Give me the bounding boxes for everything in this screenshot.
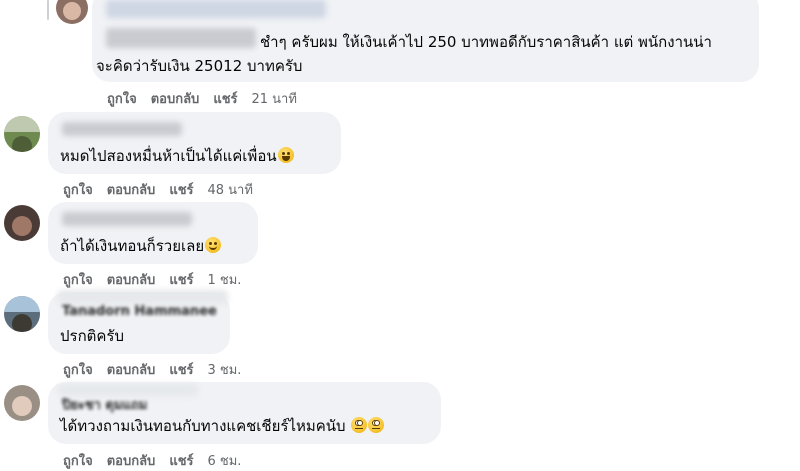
avatar-face	[11, 395, 33, 416]
comment-bubble: ปิยะชา ดุมแถม ได้ทวงถามเงินทอนกับทางแคชเ…	[48, 382, 441, 444]
commenter-name[interactable]: ปิยะชา ดุมแถม	[62, 394, 147, 415]
comment-text: หมดไปสองหมื่นห้าเป็นได้แค่เพื่อน	[60, 144, 294, 168]
like-link[interactable]: ถูกใจ	[63, 359, 93, 380]
avatar-face	[63, 1, 81, 20]
reply-link[interactable]: ตอบกลับ	[107, 359, 156, 380]
blurred-name-overlay	[58, 290, 228, 304]
comment-text: ได้ทวงถามเงินทอนกับทางแคชเชียร์ไหมคนับ	[60, 414, 385, 438]
comment-actions: ถูกใจ ตอบกลับ แชร์ 1 ชม.	[63, 269, 241, 290]
avatar[interactable]	[4, 205, 40, 241]
timestamp[interactable]: 48 นาที	[208, 179, 253, 200]
avatar[interactable]	[4, 296, 40, 332]
avatar-face	[11, 135, 33, 152]
like-link[interactable]: ถูกใจ	[107, 88, 137, 109]
comment-text-content: หมดไปสองหมื่นห้าเป็นได้แค่เพื่อน	[60, 147, 277, 165]
avatar-face	[11, 314, 33, 332]
thread-line	[47, 0, 49, 20]
comment-actions: ถูกใจ ตอบกลับ แชร์ 21 นาที	[107, 88, 297, 109]
avatar[interactable]	[56, 0, 88, 24]
comment-text-line1: ชำๆ ครับผม ให้เงินเค้าไป 250 บาทพอดีกับร…	[260, 33, 712, 51]
timestamp[interactable]: 1 ชม.	[208, 269, 242, 290]
avatar-face	[11, 215, 33, 236]
avatar[interactable]	[4, 385, 40, 421]
comment-bubble: ชำๆ ครับผม ให้เงินเค้าไป 250 บาทพอดีกับร…	[92, 0, 759, 82]
comment-text-line2: จะคิดว่ารับเงิน 25012 บาทครับ	[96, 57, 303, 75]
eye-roll-emoji-icon	[368, 417, 385, 433]
comment-actions: ถูกใจ ตอบกลับ แชร์ 48 นาที	[63, 179, 253, 200]
comment-bubble: ถ้าได้เงินทอนก็รวยเลย	[48, 202, 258, 264]
avatar[interactable]	[4, 116, 40, 152]
comment-bubble: Tanadorn Hammanee ปรกติครับ	[48, 290, 230, 354]
avatar-sky	[4, 116, 40, 133]
avatar-sky	[4, 296, 40, 313]
comment-bubble: หมดไปสองหมื่นห้าเป็นได้แค่เพื่อน	[48, 112, 341, 174]
comment-text-content: ได้ทวงถามเงินทอนกับทางแคชเชียร์ไหมคนับ	[60, 417, 346, 435]
smile-emoji-icon	[205, 237, 222, 253]
blurred-name	[62, 122, 182, 136]
share-link[interactable]: แชร์	[213, 88, 237, 109]
reply-link[interactable]: ตอบกลับ	[151, 88, 200, 109]
like-link[interactable]: ถูกใจ	[63, 179, 93, 200]
blurred-name	[106, 0, 326, 18]
eye-roll-emoji-icon	[351, 417, 368, 433]
share-link[interactable]: แชร์	[169, 179, 193, 200]
commenter-name[interactable]: Tanadorn Hammanee	[62, 304, 217, 319]
blurred-name-ext	[106, 28, 256, 48]
timestamp[interactable]: 3 ชม.	[208, 359, 242, 380]
blurred-name	[62, 212, 192, 226]
share-link[interactable]: แชร์	[169, 269, 193, 290]
share-link[interactable]: แชร์	[169, 359, 193, 380]
comment-text: ปรกติครับ	[60, 327, 125, 345]
comment-text-content: ถ้าได้เงินทอนก็รวยเลย	[60, 237, 205, 255]
like-link[interactable]: ถูกใจ	[63, 269, 93, 290]
comment-actions: ถูกใจ ตอบกลับ แชร์ 3 ชม.	[63, 359, 241, 380]
timestamp[interactable]: 21 นาที	[252, 88, 297, 109]
laughing-emoji-icon	[277, 147, 294, 163]
comment-text: ถ้าได้เงินทอนก็รวยเลย	[60, 234, 222, 258]
reply-link[interactable]: ตอบกลับ	[107, 179, 156, 200]
reply-link[interactable]: ตอบกลับ	[107, 269, 156, 290]
